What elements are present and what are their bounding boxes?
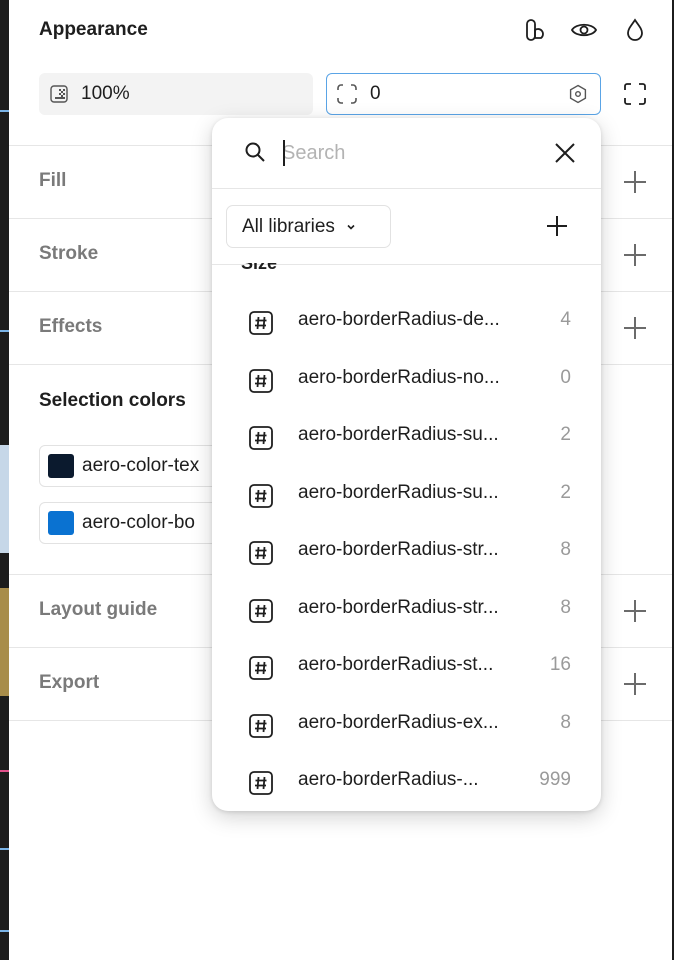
corner-radius-value: 0 bbox=[370, 83, 381, 104]
variable-value: 8 bbox=[560, 596, 571, 618]
color-name: aero-color-tex bbox=[82, 455, 200, 476]
number-variable-icon bbox=[249, 656, 273, 680]
number-variable-icon bbox=[249, 598, 273, 623]
color-name: aero-color-bo bbox=[82, 512, 195, 533]
variable-name: aero-borderRadius-su... bbox=[298, 424, 499, 445]
canvas-shape-gold bbox=[0, 588, 9, 696]
add-stroke-button[interactable] bbox=[623, 243, 647, 267]
canvas-ruler-tick bbox=[0, 330, 9, 332]
opacity-value: 100% bbox=[81, 83, 130, 104]
canvas-shape-light-blue bbox=[0, 445, 9, 553]
visibility-button[interactable] bbox=[568, 14, 600, 46]
variable-search-bar bbox=[212, 118, 601, 188]
canvas-ruler-tick bbox=[0, 110, 9, 112]
selection-color-item[interactable]: aero-color-tex bbox=[39, 445, 239, 487]
appearance-title: Appearance bbox=[39, 19, 148, 40]
variable-name: aero-borderRadius-su... bbox=[298, 481, 499, 503]
variable-mode-button[interactable] bbox=[519, 14, 551, 46]
apply-variable-icon[interactable] bbox=[568, 84, 588, 104]
export-section-title: Export bbox=[39, 672, 100, 693]
variable-row[interactable]: aero-borderRadius-de... 4 bbox=[212, 294, 601, 351]
variable-value: 16 bbox=[549, 654, 571, 675]
variable-row[interactable]: aero-borderRadius-su... 2 bbox=[212, 467, 601, 524]
variable-value: 4 bbox=[560, 309, 571, 330]
eye-icon bbox=[570, 23, 598, 37]
variable-name: aero-borderRadius-st... bbox=[298, 654, 494, 675]
number-variable-icon bbox=[249, 368, 273, 393]
canvas-edge bbox=[0, 0, 9, 960]
number-variable-icon bbox=[249, 541, 273, 565]
number-variable-icon bbox=[249, 483, 273, 508]
variable-row[interactable]: aero-borderRadius-str... 8 bbox=[212, 582, 601, 639]
number-variable-icon bbox=[249, 426, 273, 450]
canvas-ruler-tick bbox=[0, 848, 9, 850]
number-variable-icon bbox=[249, 771, 273, 795]
opacity-field[interactable]: 100% bbox=[39, 73, 313, 115]
variable-name: aero-borderRadius-de... bbox=[298, 309, 500, 330]
variable-name: aero-borderRadius-no... bbox=[298, 366, 500, 388]
add-export-button[interactable] bbox=[623, 672, 647, 696]
corner-radius-field[interactable]: 0 bbox=[326, 73, 601, 115]
close-icon[interactable] bbox=[554, 142, 576, 164]
variable-name: aero-borderRadius-str... bbox=[298, 539, 499, 560]
create-variable-button[interactable] bbox=[545, 214, 569, 238]
selection-colors-title: Selection colors bbox=[39, 390, 186, 411]
library-filter-dropdown[interactable]: All libraries bbox=[226, 205, 391, 248]
variable-name: aero-borderRadius-str... bbox=[298, 596, 499, 618]
stroke-section-title: Stroke bbox=[39, 243, 99, 264]
popover-divider bbox=[212, 188, 601, 189]
expand-corners-icon bbox=[624, 83, 646, 105]
selection-color-item[interactable]: aero-color-bo bbox=[39, 502, 239, 544]
variable-row[interactable]: aero-borderRadius-ex... 8 bbox=[212, 697, 601, 754]
color-swatch bbox=[48, 511, 74, 535]
variable-row[interactable]: aero-borderRadius-str... 8 bbox=[212, 524, 601, 581]
drop-icon bbox=[627, 18, 643, 41]
variable-value: 0 bbox=[560, 366, 571, 388]
variable-value: 8 bbox=[560, 539, 571, 560]
opacity-icon bbox=[50, 85, 68, 103]
independent-corners-button[interactable] bbox=[619, 78, 651, 110]
add-layout-guide-button[interactable] bbox=[623, 599, 647, 623]
variable-mode-icon bbox=[526, 19, 544, 41]
effects-section-title: Effects bbox=[39, 316, 103, 337]
variable-name: aero-borderRadius-ex... bbox=[298, 711, 499, 733]
blend-mode-button[interactable] bbox=[619, 14, 651, 46]
corner-radius-icon bbox=[337, 84, 357, 104]
variable-row[interactable]: aero-borderRadius-st... 16 bbox=[212, 639, 601, 696]
variable-value: 2 bbox=[560, 481, 571, 503]
variable-row[interactable]: aero-borderRadius-no... 0 bbox=[212, 352, 601, 409]
variable-picker-popover: All libraries Size aero-borderRadius-de.… bbox=[212, 118, 601, 811]
search-icon bbox=[245, 142, 265, 162]
variable-value: 2 bbox=[560, 424, 571, 445]
color-swatch bbox=[48, 454, 74, 478]
layout-guide-section-title: Layout guide bbox=[39, 599, 158, 620]
add-effect-button[interactable] bbox=[623, 316, 647, 340]
text-caret bbox=[283, 140, 285, 166]
variable-value: 999 bbox=[539, 769, 571, 790]
variable-group-label: Size bbox=[241, 253, 278, 273]
chevron-down-icon bbox=[347, 224, 355, 230]
variable-name: aero-borderRadius-... bbox=[298, 769, 479, 790]
variable-value: 8 bbox=[560, 711, 571, 733]
number-variable-icon bbox=[249, 713, 273, 738]
variable-row[interactable]: aero-borderRadius-... 999 bbox=[212, 754, 601, 811]
library-filter-label: All libraries bbox=[242, 215, 335, 237]
canvas-ruler-tick bbox=[0, 930, 9, 932]
fill-section-title: Fill bbox=[39, 170, 67, 191]
add-fill-button[interactable] bbox=[623, 170, 647, 194]
number-variable-icon bbox=[249, 311, 273, 335]
variable-row[interactable]: aero-borderRadius-su... 2 bbox=[212, 409, 601, 466]
variable-search-input[interactable] bbox=[282, 138, 522, 168]
canvas-ruler-tick bbox=[0, 770, 9, 772]
